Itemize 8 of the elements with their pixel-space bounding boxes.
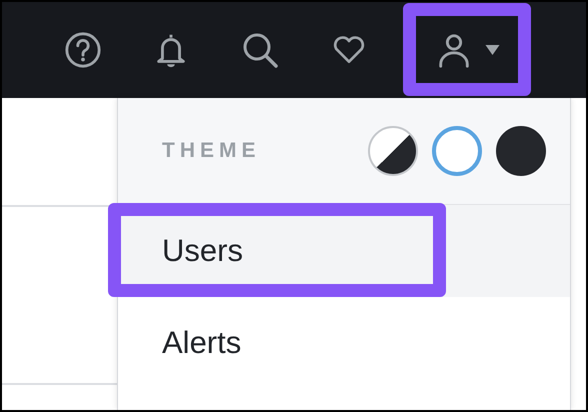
auto-theme-option[interactable] bbox=[368, 126, 418, 176]
caret-icon bbox=[484, 45, 500, 55]
menu-item[interactable]: Alerts bbox=[118, 297, 570, 389]
dark-theme-option[interactable] bbox=[496, 126, 546, 176]
help-icon bbox=[64, 31, 102, 69]
help-button[interactable] bbox=[64, 31, 102, 69]
light-theme-option[interactable] bbox=[432, 126, 482, 176]
theme-label: THEME bbox=[162, 139, 260, 163]
